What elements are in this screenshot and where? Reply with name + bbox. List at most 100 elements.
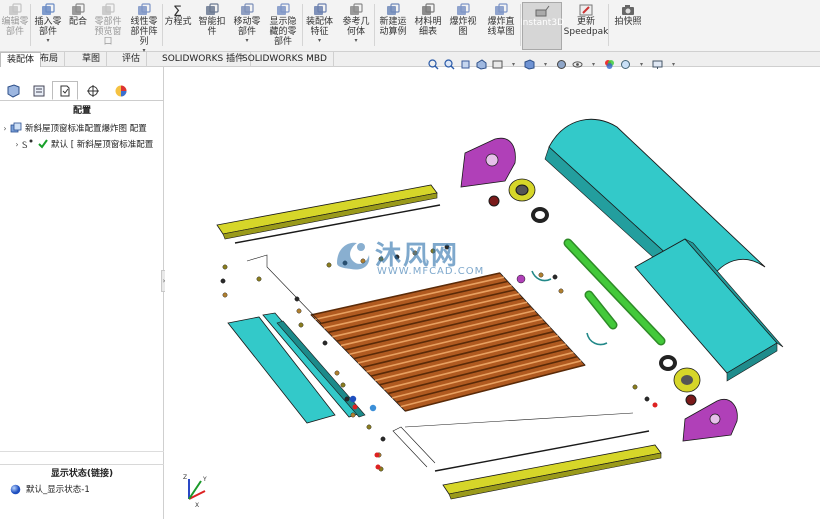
ribbon-button-exploded-view[interactable]: 爆炸视 图 [446, 2, 480, 50]
yellow-rail-top-side [222, 192, 438, 240]
panel-tab-display-manager[interactable] [108, 81, 134, 100]
tree-config-row[interactable]: › Ꮪ 默认 [ 新斜屋顶窗标准配置 [12, 137, 153, 151]
fastener [558, 288, 564, 294]
svg-text:Ꮪ: Ꮪ [22, 141, 28, 150]
dropdown-icon[interactable]: ▾ [636, 59, 647, 70]
dropdown-arrow-icon[interactable]: ▾ [46, 37, 49, 44]
svg-text:Y: Y [202, 476, 207, 483]
dynamic-annotation-icon[interactable] [492, 59, 503, 70]
dropdown-icon[interactable]: ▾ [540, 59, 551, 70]
red-fastener [374, 452, 380, 458]
panel-tab-dimxpert[interactable] [80, 81, 106, 100]
tab-1[interactable]: 布局 [34, 52, 66, 67]
ribbon-button-explode-line-sketch[interactable]: 爆炸直 线草图 [482, 2, 520, 50]
blue-fastener [369, 404, 377, 412]
fastener [380, 436, 386, 442]
ribbon-button-insert-component[interactable]: 插入零 部件 ▾ [32, 2, 64, 50]
ribbon-button-label: 新建运 动算例 [379, 17, 407, 37]
ribbon-button-reference-geometry[interactable]: 参考几 何体 ▾ [338, 2, 374, 50]
reference-geometry-icon [350, 3, 363, 15]
command-manager-ribbon: 编辑零 部件 插入零 部件 ▾ 配合 零部件 预览窗 口线性零 部件阵 列 ▾ Σ 方程式 智能… [0, 0, 820, 54]
ribbon-button-show-hidden[interactable]: 显示隐 藏的零 部件 [266, 2, 300, 50]
ribbon-button-label: 爆炸直 线草图 [487, 17, 515, 37]
ribbon-button-component-preview[interactable]: 零部件 预览窗 口 [92, 2, 124, 50]
yellow-rail-bottom [442, 444, 662, 495]
ribbon-button-snapshot[interactable]: 拍快照 [610, 2, 646, 50]
fastener [366, 424, 372, 430]
section-view-icon[interactable] [476, 58, 487, 70]
dropdown-arrow-icon[interactable]: ▾ [245, 37, 248, 44]
ribbon-button-instant3d[interactable]: Instant3D [520, 2, 564, 50]
apply-scene-icon[interactable] [620, 59, 631, 70]
display-style-icon[interactable] [556, 59, 567, 70]
fastener [220, 278, 226, 284]
collapse-arrow-icon[interactable]: › [0, 124, 10, 133]
ribbon-button-speedpak[interactable]: 更新 Speedpak [563, 2, 609, 50]
tab-5[interactable]: SOLIDWORKS MBD [236, 52, 334, 67]
ribbon-button-mate[interactable]: 配合 [66, 2, 90, 50]
ribbon-button-label: 参考几 何体 [342, 17, 370, 37]
view-orientation-icon[interactable] [524, 58, 535, 70]
panel-tab-property-manager[interactable] [26, 81, 52, 100]
zoom-to-area-icon[interactable] [444, 58, 455, 70]
explode-line-sketch-icon [495, 3, 508, 15]
view-settings-icon[interactable] [652, 59, 663, 70]
watermark-logo [337, 242, 370, 270]
panel-tab-feature-manager[interactable] [0, 81, 26, 100]
hide-show-items-icon[interactable] [572, 59, 583, 70]
speedpak-icon [579, 4, 593, 16]
ribbon-button-equation[interactable]: Σ 方程式 [163, 2, 193, 50]
display-state-label: 默认_显示状态-1 [26, 485, 90, 495]
dropdown-icon[interactable]: ▾ [668, 59, 679, 70]
purple-bracket-hole [709, 413, 721, 425]
green-roller-short-highlight [586, 292, 616, 328]
tree-root-label: 新斜屋顶窗标准配置爆炸图 配置 [25, 124, 147, 134]
ribbon-button-label: 更新 Speedpak [563, 17, 609, 37]
dimxpert-icon [87, 84, 99, 97]
ribbon-button-label: 拍快照 [614, 17, 642, 27]
edit-component-icon [9, 3, 22, 15]
configuration-manager-panel: 配置 › 新斜屋顶窗标准配置爆炸图 配置 › Ꮪ 默认 [ 新斜屋顶窗标准配置 … [0, 67, 164, 519]
exploded-view-icon [457, 3, 470, 15]
yellow-gear-hub [681, 375, 693, 385]
dropdown-arrow-icon[interactable]: ▾ [354, 37, 357, 44]
dropdown-arrow-icon[interactable]: ▾ [318, 37, 321, 44]
ribbon-button-smart-fastener[interactable]: 智能扣 件 [196, 2, 228, 50]
panel-scrollbar[interactable] [0, 451, 164, 463]
ribbon-button-bom[interactable]: 材料明 细表 [412, 2, 444, 50]
panel-tab-configuration-manager[interactable] [52, 81, 78, 100]
dropdown-icon[interactable]: ▾ [588, 59, 599, 70]
ribbon-button-label: 插入零 部件 [34, 17, 62, 37]
expand-arrow-icon[interactable]: › [12, 140, 22, 149]
fastener [222, 264, 228, 270]
red-fastener [375, 464, 381, 470]
display-state-item[interactable]: 默认_显示状态-1 [10, 482, 90, 496]
fastener [298, 322, 304, 328]
purple-bracket-hole [485, 153, 499, 167]
ribbon-separator [374, 4, 375, 46]
dropdown-icon[interactable]: ▾ [508, 59, 519, 70]
motion-study-icon [387, 3, 400, 15]
graphics-viewport[interactable]: 沐风网 WWW.MFCAD.COM X Y Z [165, 67, 820, 519]
tab-2[interactable]: 草图 [76, 52, 108, 67]
assembly-feature-icon [313, 3, 327, 15]
zoom-to-fit-icon[interactable] [428, 58, 439, 70]
ribbon-button-label: 编辑零 部件 [1, 17, 29, 37]
snapshot-icon [622, 5, 634, 15]
clip-hook [586, 332, 608, 346]
ribbon-button-motion-study[interactable]: 新建运 动算例 [376, 2, 410, 50]
ribbon-button-edit-component[interactable]: 编辑零 部件 [0, 2, 30, 50]
edit-appearance-icon[interactable] [604, 59, 615, 70]
svg-text:Z: Z [183, 474, 187, 481]
instant3d-icon [535, 5, 550, 17]
ribbon-button-move-component[interactable]: 移动零 部件 ▾ [229, 2, 265, 50]
tree-root-row[interactable]: › 新斜屋顶窗标准配置爆炸图 配置 [0, 121, 147, 135]
ribbon-separator [608, 4, 609, 46]
heads-up-view-toolbar: ▾ ▾ ▾ ▾ ▾ [428, 57, 679, 71]
tab-3[interactable]: 评估 [116, 52, 148, 67]
ribbon-button-assembly-feature[interactable]: 装配体 特征 ▾ [303, 2, 336, 50]
ribbon-button-label: 材料明 细表 [414, 17, 442, 37]
previous-view-icon[interactable] [460, 59, 471, 70]
ribbon-button-linear-pattern[interactable]: 线性零 部件阵 列 ▾ [126, 2, 162, 54]
reference-triad: X Y Z [183, 474, 207, 509]
